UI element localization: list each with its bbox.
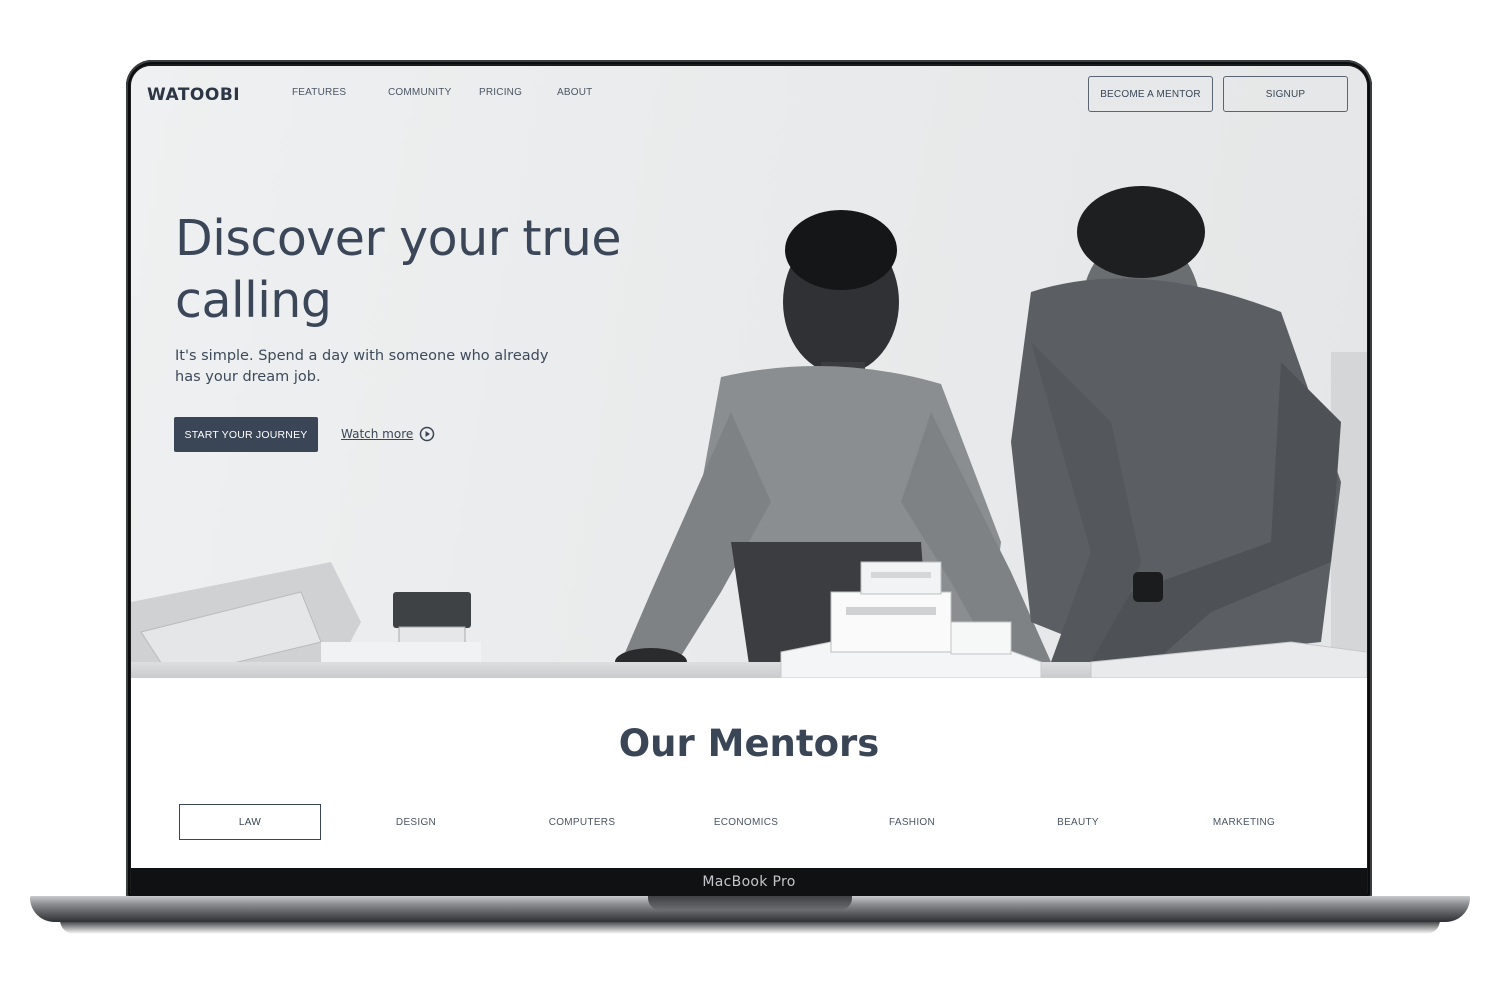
nav-link-about[interactable]: ABOUT bbox=[557, 87, 592, 98]
hero-photo bbox=[131, 186, 1367, 678]
tab-computers[interactable]: COMPUTERS bbox=[511, 804, 653, 840]
tab-beauty[interactable]: BEAUTY bbox=[1007, 804, 1149, 840]
laptop-notch bbox=[648, 896, 852, 910]
watch-more-label: Watch more bbox=[341, 427, 414, 441]
signup-button[interactable]: SIGNUP bbox=[1223, 76, 1348, 112]
play-circle-icon bbox=[420, 426, 435, 442]
tab-law[interactable]: LAW bbox=[179, 804, 321, 840]
laptop-base-shadow bbox=[60, 920, 1440, 934]
brand-logo[interactable]: WATOOBI bbox=[147, 85, 240, 105]
top-nav: WATOOBI FEATURES COMMUNITY PRICING ABOUT… bbox=[131, 66, 1367, 122]
laptop-screen: WATOOBI FEATURES COMMUNITY PRICING ABOUT… bbox=[131, 66, 1367, 868]
tab-economics[interactable]: ECONOMICS bbox=[675, 804, 817, 840]
hero-headline-line2: calling bbox=[175, 272, 332, 329]
nav-link-features[interactable]: FEATURES bbox=[292, 87, 346, 98]
watch-more-link[interactable]: Watch more bbox=[341, 426, 435, 442]
hero-subtext: It's simple. Spend a day with someone wh… bbox=[175, 348, 549, 385]
hero-headline: Discover your true calling bbox=[175, 208, 695, 332]
nav-link-community[interactable]: COMMUNITY bbox=[388, 87, 451, 98]
device-label: MacBook Pro bbox=[702, 874, 796, 890]
nav-link-pricing[interactable]: PRICING bbox=[479, 87, 522, 98]
laptop-chin: MacBook Pro bbox=[131, 868, 1367, 896]
mentor-category-tabs: LAW DESIGN COMPUTERS ECONOMICS FASHION B… bbox=[179, 804, 1319, 840]
start-journey-button[interactable]: START YOUR JOURNEY bbox=[174, 417, 318, 452]
hero-section: WATOOBI FEATURES COMMUNITY PRICING ABOUT… bbox=[131, 66, 1367, 678]
tab-fashion[interactable]: FASHION bbox=[841, 804, 983, 840]
become-mentor-button[interactable]: BECOME A MENTOR bbox=[1088, 76, 1213, 112]
hero-headline-line1: Discover your true bbox=[175, 210, 621, 267]
tab-marketing[interactable]: MARKETING bbox=[1173, 804, 1315, 840]
tab-design[interactable]: DESIGN bbox=[345, 804, 487, 840]
mentors-title: Our Mentors bbox=[618, 722, 880, 765]
